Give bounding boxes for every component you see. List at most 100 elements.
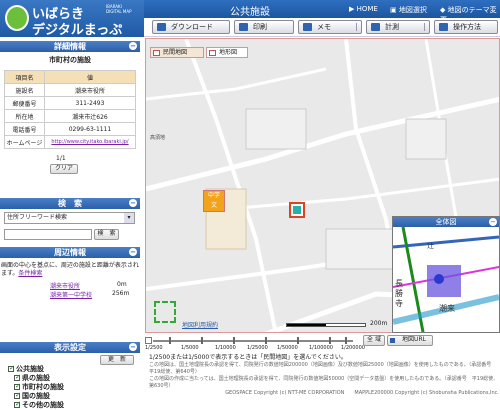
zoom-tick[interactable] bbox=[201, 337, 203, 344]
zoom-tick[interactable] bbox=[169, 337, 171, 344]
zoom-tick-labels: 1/2500 1/5000 1/10000 1/25000 1/50000 1/… bbox=[145, 345, 365, 351]
zoom-tick-label: 1/10000 bbox=[215, 345, 236, 351]
zoom-handle[interactable] bbox=[145, 337, 152, 344]
map-icon bbox=[209, 50, 216, 56]
table-cell: 潮来市辻626 bbox=[44, 109, 136, 123]
header: いばらき IBARAKI DIGITAL MAP デジタルまっぷ 公共施設 ▶ … bbox=[0, 0, 500, 38]
ruler-icon bbox=[371, 23, 380, 31]
clear-button[interactable]: クリア bbox=[50, 164, 78, 174]
facility-marker-icon[interactable] bbox=[289, 202, 305, 218]
page-counter: 1/1 bbox=[56, 155, 66, 162]
update-button[interactable]: 更 新 bbox=[100, 355, 134, 365]
print-button[interactable]: 印刷 bbox=[234, 20, 294, 34]
school-icon[interactable]: 中学文 bbox=[203, 190, 225, 212]
homepage-link[interactable]: http://www.city.itako.ibaraki.jp/ bbox=[51, 139, 128, 145]
detail-heading: 詳細情報 − bbox=[0, 41, 140, 52]
help-icon bbox=[439, 23, 448, 31]
search-input[interactable] bbox=[4, 229, 92, 240]
map-select-link[interactable]: ▣ 地図選択 bbox=[390, 5, 427, 15]
table-cell: 潮来市役所 bbox=[44, 83, 136, 97]
table-cell: 所在地 bbox=[4, 109, 45, 123]
overview-title: 全体図 − bbox=[393, 217, 499, 227]
layer-label: その他の施設 bbox=[22, 401, 64, 409]
search-type-select[interactable]: 住所フリーワード検索 ▾ bbox=[4, 212, 135, 224]
tab-terrain-map[interactable]: 地形図 bbox=[206, 47, 248, 58]
print-icon bbox=[239, 23, 248, 31]
memo-button[interactable]: メモ bbox=[298, 20, 362, 34]
overview-map[interactable]: 全体図 − 辻 長勝寺 潮来 bbox=[392, 216, 500, 333]
measure-button[interactable]: 計測 bbox=[366, 20, 430, 34]
map-icon bbox=[153, 50, 160, 56]
nearby-heading: 周辺情報 − bbox=[0, 247, 140, 258]
logo[interactable]: いばらき IBARAKI DIGITAL MAP デジタルまっぷ bbox=[0, 0, 144, 38]
zoom-ticks bbox=[145, 333, 365, 345]
credit-line: GEOSPACE Copyright (c) NTT-ME CORPORATIO… bbox=[225, 390, 499, 396]
table-header: 値 bbox=[44, 70, 136, 84]
condition-search-link[interactable]: 条件検索 bbox=[18, 270, 42, 277]
layer-checkbox[interactable] bbox=[14, 382, 21, 390]
table-cell: 郵便番号 bbox=[4, 96, 45, 110]
nearby-item-distance: 256m bbox=[112, 290, 130, 297]
search-button[interactable]: 検 索 bbox=[94, 229, 119, 240]
detail-subtitle: 市町村の施設 bbox=[49, 56, 91, 64]
zoom-tick[interactable] bbox=[329, 337, 331, 344]
download-button[interactable]: ダウンロード bbox=[152, 20, 230, 34]
page-title: 公共施設 bbox=[230, 7, 270, 18]
tab-private-map[interactable]: 民間地図 bbox=[150, 47, 204, 58]
link-icon bbox=[390, 338, 395, 343]
full-extent-button[interactable]: 全 域 bbox=[363, 335, 385, 346]
logo-globe-icon bbox=[5, 5, 29, 31]
table-cell: 0299-63-1111 bbox=[44, 122, 136, 136]
overview-label: 長勝寺 bbox=[395, 279, 403, 308]
zoom-tick[interactable] bbox=[297, 337, 299, 344]
layer-checkbox[interactable] bbox=[14, 400, 21, 408]
nearby-item-name[interactable]: 潮来第一中学校 bbox=[50, 290, 92, 299]
table-cell: 施設名 bbox=[4, 83, 45, 97]
toolbar: ダウンロード 印刷 メモ 計測 操作方法 bbox=[144, 18, 500, 37]
layer-checkbox[interactable] bbox=[14, 373, 21, 381]
chevron-down-icon: ▾ bbox=[124, 213, 134, 223]
collapse-icon[interactable]: − bbox=[129, 199, 137, 207]
overview-label: 辻 bbox=[427, 242, 434, 250]
collapse-icon[interactable]: − bbox=[489, 218, 497, 226]
download-icon bbox=[157, 23, 166, 31]
map-url-button[interactable]: 地図URL bbox=[387, 335, 433, 346]
zoom-tick-label: 1/50000 bbox=[277, 345, 298, 351]
nearby-item-name[interactable]: 潮来市役所 bbox=[50, 281, 80, 290]
search-heading: 検 索 − bbox=[0, 198, 140, 209]
map-terms-link[interactable]: 地図利用規約 bbox=[182, 320, 218, 329]
table-cell: 311-2493 bbox=[44, 96, 136, 110]
pan-control-icon[interactable] bbox=[154, 301, 176, 323]
nearby-description: 画面の中心を基点に、周辺の施設と距離が表示されます。条件検索 bbox=[1, 262, 139, 277]
layer-checkbox[interactable] bbox=[14, 391, 21, 399]
scale-hint: 1/2500または1/5000で表示するときは「民間地図」を選んでください。 bbox=[149, 354, 347, 361]
credits: この地図は、国土地理院長の承認を得て、同院発行の数値地図200000（地図画像）… bbox=[149, 362, 499, 397]
zoom-tick[interactable] bbox=[233, 337, 235, 344]
zoom-tick-label: 1/5000 bbox=[181, 345, 199, 351]
zoom-tick[interactable] bbox=[265, 337, 267, 344]
table-cell: 電話番号 bbox=[4, 122, 45, 136]
scale-label: 200m bbox=[370, 320, 388, 327]
logo-subtitle: IBARAKI DIGITAL MAP bbox=[106, 4, 132, 14]
zoom-tick-label: 1/25000 bbox=[247, 345, 268, 351]
help-button[interactable]: 操作方法 bbox=[434, 20, 498, 34]
collapse-icon[interactable]: − bbox=[129, 42, 137, 50]
overview-label: 潮来 bbox=[439, 304, 455, 313]
credit-line: この地図は、国土地理院長の承認を得て、同院発行の数値地図200000（地図画像）… bbox=[149, 362, 497, 375]
map-area-label: 高須地 bbox=[150, 135, 166, 141]
logo-line2: デジタルまっぷ bbox=[32, 23, 123, 38]
overview-canvas bbox=[393, 227, 499, 332]
table-header: 項目名 bbox=[4, 70, 45, 84]
home-link[interactable]: ▶ HOME bbox=[349, 5, 378, 13]
collapse-icon[interactable]: − bbox=[129, 248, 137, 256]
table-cell: ホームページ bbox=[4, 135, 45, 149]
credit-line: この地図の作成に当たっては、国土地理院長の承認を得て、同院発行の数値地図5000… bbox=[149, 376, 499, 389]
detail-table: 項目名値 施設名 潮来市役所 郵便番号 311-2493 所在地 潮来市辻626 電話… bbox=[4, 70, 136, 149]
zoom-tick-label: 1/100000 bbox=[309, 345, 333, 351]
nearby-item-distance: 0m bbox=[117, 281, 127, 288]
memo-icon bbox=[303, 23, 312, 31]
collapse-icon[interactable]: − bbox=[129, 343, 137, 351]
layer-checkbox[interactable] bbox=[8, 364, 15, 372]
zoom-tick[interactable] bbox=[345, 337, 347, 344]
display-heading: 表示設定 − bbox=[0, 342, 140, 353]
